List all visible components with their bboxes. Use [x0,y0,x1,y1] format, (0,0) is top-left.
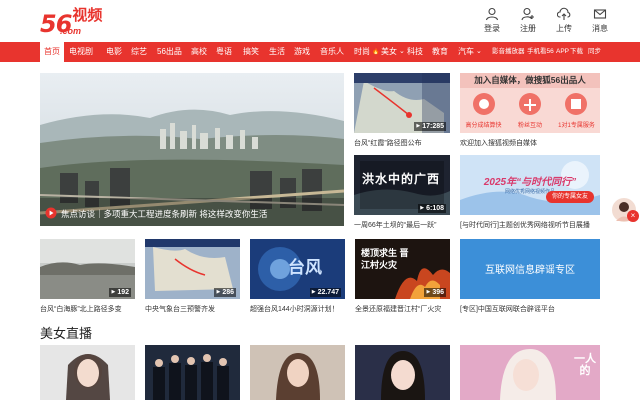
video-overlay-text: 2025年“与时代同行” [483,177,577,188]
video-card-typhoon-144[interactable]: 台风 22.747 超强台风144小时洞源计划！ [250,239,345,315]
nav-item-college[interactable]: 高校 [191,42,207,62]
hero-video-card[interactable]: 焦点访谈｜多项重大工程进度条刷新 将这样改变你生活 [40,73,344,226]
video-overlay-text: 互联网信息辟谣专区 [485,265,575,276]
site-header: 56 视频 .com 登录 注册 上传 消息 [0,0,640,42]
promo-feature-3: 1对1专属服务 [558,123,595,129]
upload-icon [557,7,571,20]
chevron-down-icon[interactable]: ⌄ [476,42,482,62]
video-card-rumor-refute[interactable]: 互联网信息辟谣专区 [专区]中国互联网联合辟谣平台 [460,239,600,315]
nav-item-movie[interactable]: 电影 [106,42,122,62]
live-card-1[interactable] [40,345,135,400]
rumor-banner: 互联网信息辟谣专区 [460,239,600,299]
register-icon [521,7,534,21]
chevron-down-icon[interactable]: ⌄ [399,42,405,62]
live-thumbnail [355,345,450,400]
login-button[interactable]: 登录 [480,7,504,34]
nav-item-fashion[interactable]: 时尚 [354,42,370,62]
promo-caption[interactable]: 欢迎加入搜狐视频自媒体 [460,138,600,148]
register-button[interactable]: 注册 [516,7,540,34]
nav-item-education[interactable]: 教育 [432,42,448,62]
video-duration: 396 [424,288,446,297]
video-duration: 17:285 [414,122,446,131]
promo-banner: 加入自媒体，做搜狐56出品人 高分成结算快 粉丝互动 1对1专属服务 [460,73,600,133]
companion-chip[interactable]: 你的专属女友 [545,191,594,203]
nav-link-app[interactable]: APP [556,42,569,62]
live-thumbnail [40,345,135,400]
nav-item-life[interactable]: 生活 [269,42,285,62]
promo-feature-1: 高分成结算快 [465,123,502,129]
video-caption[interactable]: 中央气象台三预警齐发 [145,304,240,314]
video-duration: 286 [214,288,236,297]
video-caption[interactable]: [专区]中国互联网联合辟谣平台 [460,304,600,314]
video-overlay-text: 楼顶求生 晋江村火灾 [361,248,409,270]
video-duration: 6:108 [418,204,446,213]
promo-feature-2: 粉丝互动 [517,123,542,129]
live-card-4[interactable] [355,345,450,400]
logo-domain: .com [60,26,82,36]
video-card-typhoon-path[interactable]: 17:285 台风“红霞”路径图公布 [354,73,450,149]
live-card-3[interactable] [250,345,345,400]
nav-item-home[interactable]: 首页 [40,42,64,62]
video-caption[interactable]: 超强台风144小时洞源计划！ [250,304,345,314]
nav-item-56-original[interactable]: 56出品 [157,42,182,62]
fire-icon: 🔥 [372,49,380,55]
video-duration: 22.747 [309,288,341,297]
nav-item-tech[interactable]: 科技 [407,42,423,62]
login-label: 登录 [484,24,500,33]
hero-thumbnail [40,73,344,226]
nav-item-auto[interactable]: 汽车 [458,42,474,62]
video-card-weather-warning[interactable]: 286 中央气象台三预警齐发 [145,239,240,315]
nav-item-funny[interactable]: 搞笑 [243,42,259,62]
live-thumbnail [145,345,240,400]
live-overlay-text: 一人的 [574,353,596,377]
messages-button[interactable]: 消息 [588,7,612,34]
register-label: 注册 [520,24,536,33]
play-icon[interactable] [45,207,57,219]
video-caption[interactable]: [与时代同行]主题创优秀网络视听节目展播 [460,220,600,230]
live-card-5[interactable]: 一人的 [460,345,600,400]
nav-item-tv[interactable]: 电视剧 [69,42,93,62]
video-caption[interactable]: 台风“红霞”路径图公布 [354,138,450,148]
hero-caption[interactable]: 焦点访谈｜多项重大工程进度条刷新 将这样改变你生活 [61,208,267,220]
nav-link-sync[interactable]: 同步 [588,42,601,62]
section-title-live[interactable]: 美女直播 [40,323,92,342]
promo-title-text: 加入自媒体，做搜狐56出品人 [474,75,586,85]
video-duration: 192 [109,288,131,297]
mail-icon [593,9,607,19]
video-card-fire[interactable]: 楼顶求生 晋江村火灾 396 全景还原福建晋江村“厂火灾 [355,239,450,315]
nav-item-beauty[interactable]: 美女 [381,42,397,62]
category-nav: 首页 电视剧 电影 综艺 56出品 高校 粤语 搞笑 生活 游戏 音乐人 时尚 … [0,42,640,62]
promo-feature-icons [473,93,587,115]
live-thumbnail [250,345,345,400]
user-icon [485,7,499,21]
nav-item-games[interactable]: 游戏 [294,42,310,62]
upload-button[interactable]: 上传 [552,7,576,34]
video-caption[interactable]: 一周66年土坝的“最后一跃” [354,220,450,230]
site-logo[interactable]: 56 视频 .com [40,7,103,37]
nav-item-variety[interactable]: 综艺 [131,42,147,62]
video-caption[interactable]: 全景还原福建晋江村“厂火灾 [355,304,450,314]
header-actions: 登录 注册 上传 消息 [480,7,612,34]
video-overlay-text: 台风 [288,258,322,277]
nav-link-player[interactable]: 影音播放器 [492,42,525,62]
nav-item-musician[interactable]: 音乐人 [320,42,344,62]
nav-link-download[interactable]: 下载 [570,42,583,62]
nav-link-mobile[interactable]: 手机看56 [527,42,554,62]
upload-label: 上传 [556,24,572,33]
video-card-era[interactable]: 2025年“与时代同行” 网络优秀网络视频作品 你的专属女友 [与时代同行]主题… [460,155,600,231]
live-card-2[interactable] [145,345,240,400]
messages-label: 消息 [592,24,608,33]
nav-item-cantonese[interactable]: 粤语 [216,42,232,62]
logo-text: 视频 [72,7,103,24]
close-icon[interactable]: × [627,210,639,222]
video-card-typhoon-dolphin[interactable]: 192 台风“白海豚”北上路径多变 [40,239,135,315]
video-caption[interactable]: 台风“白海豚”北上路径多变 [40,304,135,314]
video-overlay-text: 洪水中的广西 [362,172,441,186]
video-card-flood[interactable]: 洪水中的广西 6:108 一周66年土坝的“最后一跃” [354,155,450,231]
promo-card-self-media[interactable]: 加入自媒体，做搜狐56出品人 高分成结算快 粉丝互动 1对1专属服务 欢迎加入搜… [460,73,600,149]
